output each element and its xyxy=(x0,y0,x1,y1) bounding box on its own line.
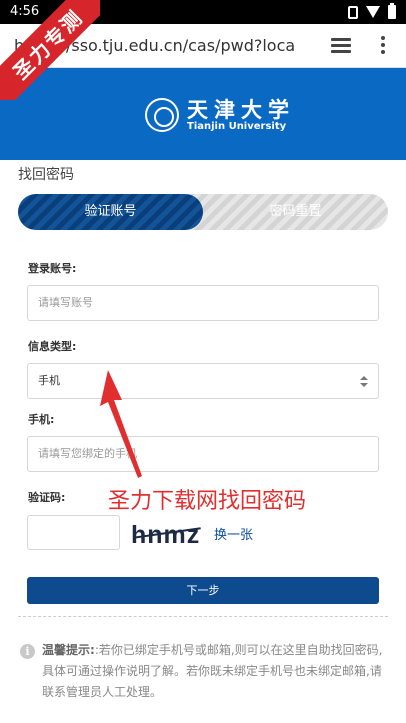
phone-input[interactable]: 请填写您绑定的手机 xyxy=(27,436,379,472)
account-input[interactable]: 请填写账号 xyxy=(27,285,379,321)
divider xyxy=(18,616,388,617)
tip-title: 温馨提示: xyxy=(42,643,95,657)
select-arrows-icon xyxy=(360,376,368,388)
url-text[interactable]: https://sso.tju.edu.cn/cas/pwd?loca xyxy=(14,36,295,55)
info-type-select[interactable]: 手机 xyxy=(27,363,379,399)
university-logo: 天津大学 Tianjin University xyxy=(145,98,295,132)
phone-label: 手机: xyxy=(28,413,55,426)
info-type-label: 信息类型: xyxy=(28,340,77,353)
university-name-en: Tianjin University xyxy=(187,120,287,132)
info-type-value: 手机 xyxy=(38,374,60,387)
captcha-refresh-link[interactable]: 换一张 xyxy=(214,524,253,543)
battery-icon xyxy=(388,3,396,19)
tabs-icon[interactable] xyxy=(331,38,351,54)
university-emblem-icon xyxy=(145,98,179,132)
info-icon: i xyxy=(20,644,35,659)
captcha-image[interactable]: hnmz xyxy=(129,519,205,551)
captcha-input[interactable] xyxy=(27,515,120,550)
browser-url-bar: https://sso.tju.edu.cn/cas/pwd?loca xyxy=(0,24,406,68)
tip-text: 温馨提示::若你已绑定手机号或邮箱,则可以在这里自助找回密码,具体可通过操作说明… xyxy=(42,640,392,703)
captcha-label: 验证码: xyxy=(28,491,66,504)
watermark-overlay-text: 圣力下载网找回密码 xyxy=(108,489,307,514)
vibrate-icon xyxy=(348,5,358,19)
overflow-menu-icon[interactable] xyxy=(381,36,387,56)
status-bar: 4:56 xyxy=(0,0,406,24)
page-title: 找回密码 xyxy=(18,167,74,183)
tab-reset-password[interactable]: 密码重置 xyxy=(203,194,388,230)
wifi-icon xyxy=(366,6,380,18)
site-header: 天津大学 Tianjin University xyxy=(0,68,406,160)
next-step-button[interactable]: 下一步 xyxy=(27,577,379,604)
university-name-cn: 天津大学 xyxy=(187,96,295,122)
status-time: 4:56 xyxy=(10,4,40,19)
red-arrow-icon xyxy=(100,370,142,478)
account-label: 登录账号: xyxy=(28,262,77,275)
tab-verify-account[interactable]: 验证账号 xyxy=(18,194,203,230)
